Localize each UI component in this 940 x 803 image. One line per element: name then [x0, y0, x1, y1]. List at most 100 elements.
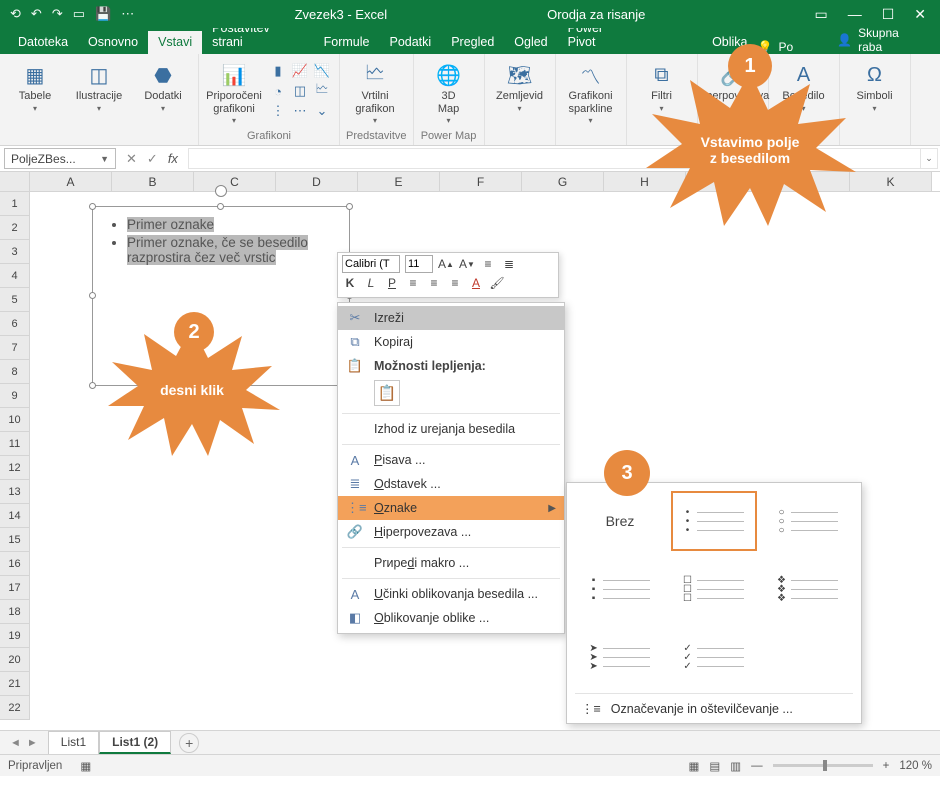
rotate-handle[interactable]: [215, 185, 227, 197]
cell[interactable]: [30, 600, 112, 624]
row-header[interactable]: 16: [0, 552, 30, 576]
add-sheet-button[interactable]: +: [179, 733, 199, 753]
cell[interactable]: [30, 552, 112, 576]
chart-type-icon[interactable]: 🗠: [313, 82, 331, 100]
cell[interactable]: [850, 480, 932, 504]
bold-icon[interactable]: K: [342, 275, 358, 291]
menu-bullets-numbering[interactable]: ⋮≡ Označevanje in oštevilčevanje ...: [575, 693, 853, 723]
cell[interactable]: [850, 312, 932, 336]
cell[interactable]: [194, 528, 276, 552]
zoom-in-icon[interactable]: +: [883, 760, 890, 772]
row-header[interactable]: 14: [0, 504, 30, 528]
cell[interactable]: [194, 672, 276, 696]
bullet-option[interactable]: Brez: [577, 491, 663, 551]
cell[interactable]: [768, 360, 850, 384]
cell[interactable]: [686, 312, 768, 336]
bullet-option[interactable]: ➤➤➤: [577, 627, 663, 687]
row-header[interactable]: 21: [0, 672, 30, 696]
cell[interactable]: [850, 240, 932, 264]
cell[interactable]: [30, 648, 112, 672]
bullet-option[interactable]: ▪▪▪: [577, 559, 663, 619]
column-header[interactable]: D: [276, 172, 358, 191]
cell[interactable]: [686, 384, 768, 408]
grow-font-icon[interactable]: A▲: [438, 256, 454, 272]
row-header[interactable]: 12: [0, 456, 30, 480]
cell[interactable]: [30, 432, 112, 456]
cell[interactable]: [686, 264, 768, 288]
chevron-down-icon[interactable]: ▼: [100, 154, 109, 164]
cell[interactable]: [686, 432, 768, 456]
format-painter-icon[interactable]: 🖌: [489, 275, 505, 291]
zoom-level[interactable]: 120 %: [899, 760, 932, 772]
view-pagebreak-icon[interactable]: ▥: [730, 759, 741, 773]
save-icon[interactable]: 💾: [95, 6, 111, 22]
cell[interactable]: [194, 504, 276, 528]
cell[interactable]: [112, 648, 194, 672]
cell[interactable]: [850, 528, 932, 552]
tab-vstavi[interactable]: Vstavi: [148, 31, 202, 54]
sheet-tab[interactable]: List1: [48, 731, 99, 754]
column-header[interactable]: F: [440, 172, 522, 191]
cell[interactable]: [850, 456, 932, 480]
row-header[interactable]: 3: [0, 240, 30, 264]
cell[interactable]: [850, 672, 932, 696]
chart-type-icon[interactable]: ◔: [269, 82, 287, 100]
ribbon-button[interactable]: ⬣Dodatki▾: [134, 58, 192, 113]
row-header[interactable]: 19: [0, 624, 30, 648]
cell[interactable]: [604, 360, 686, 384]
row-header[interactable]: 11: [0, 432, 30, 456]
cell[interactable]: [850, 192, 932, 216]
ribbon-button[interactable]: ◫Ilustracije▾: [70, 58, 128, 113]
bullet-option[interactable]: •••: [671, 491, 757, 551]
view-pagelayout-icon[interactable]: ▤: [709, 759, 720, 773]
column-header[interactable]: B: [112, 172, 194, 191]
menu-text-effects[interactable]: AUčinki oblikovanja besedila ...: [338, 582, 564, 606]
cell[interactable]: [604, 288, 686, 312]
touch-icon[interactable]: ▭: [73, 6, 85, 22]
cell[interactable]: [522, 192, 604, 216]
cell[interactable]: [194, 480, 276, 504]
row-header[interactable]: 8: [0, 360, 30, 384]
menu-cut[interactable]: ✂Izreži: [338, 306, 564, 330]
cell[interactable]: [768, 432, 850, 456]
column-header[interactable]: A: [30, 172, 112, 191]
cell[interactable]: [686, 336, 768, 360]
cell[interactable]: [850, 408, 932, 432]
row-header[interactable]: 7: [0, 336, 30, 360]
cell[interactable]: [30, 504, 112, 528]
tab-ogled[interactable]: Ogled: [504, 31, 557, 54]
cell[interactable]: [194, 624, 276, 648]
cell[interactable]: [768, 288, 850, 312]
fx-icon[interactable]: fx: [168, 151, 178, 167]
tab-formule[interactable]: Formule: [314, 31, 380, 54]
cell[interactable]: [112, 480, 194, 504]
cell[interactable]: [440, 672, 522, 696]
row-header[interactable]: 15: [0, 528, 30, 552]
sheet-tab[interactable]: List1 (2): [99, 731, 171, 754]
resize-handle[interactable]: [89, 203, 96, 210]
close-icon[interactable]: ✕: [914, 6, 926, 23]
row-header[interactable]: 6: [0, 312, 30, 336]
tab-pregled[interactable]: Pregled: [441, 31, 504, 54]
cell[interactable]: [112, 552, 194, 576]
cell[interactable]: [358, 648, 440, 672]
resize-handle[interactable]: [346, 203, 353, 210]
cell[interactable]: [768, 408, 850, 432]
menu-bullets[interactable]: ⋮≡Oznake▶: [338, 496, 564, 520]
share-icon[interactable]: 👤: [837, 33, 852, 47]
cell[interactable]: [522, 216, 604, 240]
bullet-option[interactable]: ☐☐☐: [671, 559, 757, 619]
cell[interactable]: [112, 528, 194, 552]
menu-font[interactable]: APisava ...: [338, 448, 564, 472]
cell[interactable]: [850, 384, 932, 408]
minimize-icon[interactable]: —: [848, 6, 862, 23]
cell[interactable]: [768, 264, 850, 288]
cell[interactable]: [30, 528, 112, 552]
autosave-icon[interactable]: ⟲: [10, 6, 21, 22]
share-label[interactable]: Skupna raba: [858, 26, 926, 54]
cell[interactable]: [112, 576, 194, 600]
cell[interactable]: [850, 216, 932, 240]
menu-shape-format[interactable]: ◧Oblikovanje oblike ...: [338, 606, 564, 630]
sheet-nav-next[interactable]: ►: [27, 737, 38, 749]
cell[interactable]: [194, 648, 276, 672]
